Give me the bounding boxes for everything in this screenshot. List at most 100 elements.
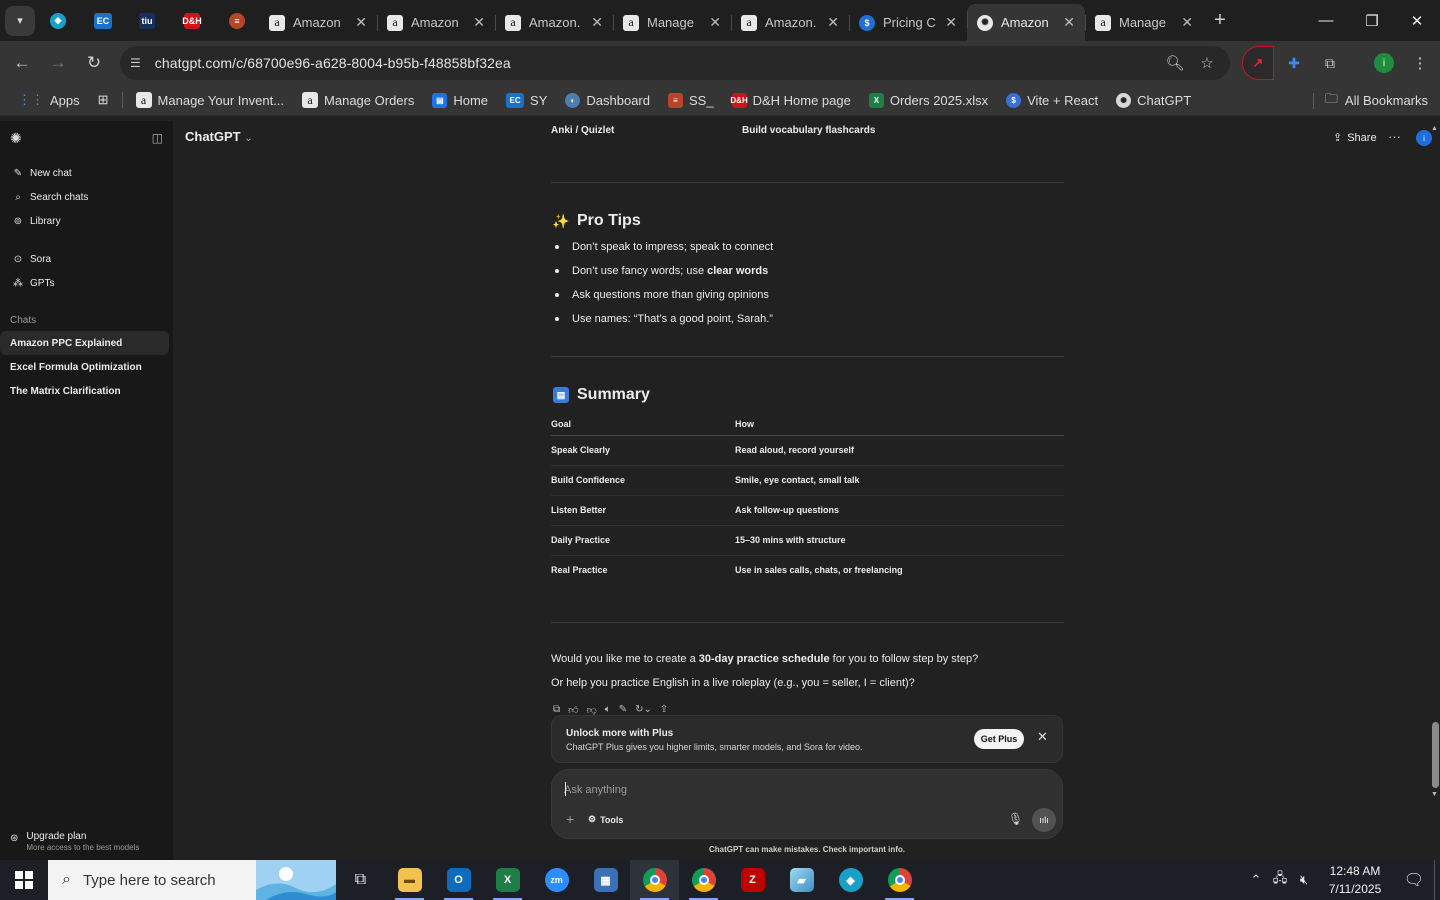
all-bookmarks-label: All Bookmarks (1344, 93, 1428, 108)
sidebar-toggle-icon[interactable]: ◫ (152, 131, 163, 145)
pinned-tab-5[interactable]: ≡ (215, 5, 259, 37)
pinned-tab-2[interactable]: EC (81, 5, 125, 37)
scrollbar-thumb[interactable] (1432, 722, 1439, 788)
task-view-button[interactable]: ⧉ (336, 860, 385, 900)
browser-tab[interactable]: $ Pricing C ✕ (849, 7, 967, 39)
close-icon[interactable]: ✕ (709, 14, 721, 31)
taskbar-calculator[interactable]: ▦ (581, 860, 630, 900)
bookmark-item[interactable]: a Manage Orders (293, 86, 423, 114)
bookmark-item[interactable]: ◐ Dashboard (556, 86, 659, 114)
browser-tab[interactable]: a Amazon. ✕ (731, 7, 849, 39)
model-selector[interactable]: ChatGPT ⌄ (185, 129, 253, 144)
bookmark-item[interactable]: ≡ SS_ (659, 86, 723, 114)
show-desktop-button[interactable] (1434, 860, 1440, 900)
sidebar-item-search-chats[interactable]: ⌕ Search chats (0, 185, 173, 209)
chevron-up-icon[interactable]: ⌃ (1244, 872, 1268, 888)
close-window-button[interactable]: ✕ (1394, 0, 1440, 41)
volume-muted-icon[interactable]: 🔇︎ (1292, 872, 1316, 888)
notifications-icon[interactable]: 🗨︎ (1394, 870, 1434, 890)
taskbar-excel[interactable]: X (483, 860, 532, 900)
close-banner-button[interactable]: ✕ (1037, 729, 1048, 745)
tab-search-button[interactable]: ▾ (5, 5, 35, 36)
browser-menu-button[interactable]: ⋮ (1408, 46, 1432, 80)
back-button[interactable]: ← (4, 45, 40, 81)
browser-tab[interactable]: a Amazon. ✕ (495, 7, 613, 39)
tools-button[interactable]: ⚙︎ Tools (588, 814, 623, 825)
prompt-input[interactable] (564, 780, 984, 800)
site-info-icon[interactable]: ☰ (130, 56, 141, 70)
taskbar-app[interactable]: ▰ (777, 860, 826, 900)
sidebar-item-gpts[interactable]: ⁂ GPTs (0, 271, 173, 295)
taskbar-chrome-active[interactable] (630, 860, 679, 900)
close-icon[interactable]: ✕ (473, 14, 485, 31)
bookmark-item[interactable]: X Orders 2025.xlsx (860, 86, 997, 114)
taskbar-chrome-profile[interactable] (875, 860, 924, 900)
sidebar-item-new-chat[interactable]: ✎ New chat (0, 161, 173, 185)
close-icon[interactable]: ✕ (591, 14, 603, 31)
address-bar[interactable]: ☰ chatgpt.com/c/68700e96-a628-8004-b95b-… (120, 46, 1230, 80)
close-icon[interactable]: ✕ (1181, 14, 1193, 31)
bookmark-item[interactable]: $ Vite + React (997, 86, 1107, 114)
extensions-menu-button[interactable]: ⧉ (1316, 46, 1344, 80)
zoom-icon[interactable]: 🔍︎ (1160, 46, 1190, 80)
close-icon[interactable]: ✕ (945, 14, 957, 31)
get-plus-button[interactable]: Get Plus (974, 729, 1024, 749)
browser-tab[interactable]: a Amazon ✕ (259, 7, 377, 39)
voice-mode-button[interactable]: ıılı (1032, 808, 1056, 832)
minimize-button[interactable]: — (1303, 0, 1349, 41)
system-clock[interactable]: 12:48 AM 7/11/2025 (1316, 862, 1394, 898)
network-icon[interactable]: 🖧︎ (1268, 869, 1292, 891)
reload-button[interactable]: ↻ (76, 45, 112, 81)
bookmark-item[interactable]: a Manage Your Invent... (127, 86, 293, 114)
bookmark-star-icon[interactable]: ☆ (1192, 46, 1222, 80)
pinned-tab-4[interactable]: D&H (169, 5, 215, 37)
forward-button[interactable]: → (40, 45, 76, 81)
bookmark-item[interactable]: EC SY (497, 86, 556, 114)
chat-item[interactable]: The Matrix Clarification (0, 379, 169, 403)
taskbar-search[interactable]: ⌕ Type here to search (48, 860, 336, 900)
scroll-down-icon[interactable]: ▼ (1431, 791, 1438, 798)
restore-button[interactable]: ❐ (1349, 0, 1395, 41)
taskbar-zoom[interactable]: zm (532, 860, 581, 900)
taskbar-app[interactable]: ◆ (826, 860, 875, 900)
profile-button[interactable]: i (1372, 46, 1396, 80)
dictate-button[interactable]: 🎙︎ (1008, 812, 1023, 826)
more-options-button[interactable]: ··· (1388, 129, 1401, 144)
sidebar-header: ✺ ◫ (0, 121, 173, 155)
add-attachment-button[interactable]: + (566, 811, 574, 827)
bookmark-item[interactable]: D&H D&H Home page (723, 86, 860, 114)
sidebar-item-library[interactable]: ⊚ Library (0, 209, 173, 233)
chat-item-active[interactable]: Amazon PPC Explained (0, 331, 169, 355)
pinned-tab-1[interactable]: ◆ (35, 5, 81, 37)
upgrade-plan-button[interactable]: ⊛ Upgrade plan More access to the best m… (10, 831, 139, 852)
chat-item[interactable]: Excel Formula Optimization (0, 355, 169, 379)
browser-tab[interactable]: a Manage ✕ (613, 7, 731, 39)
chat-scrollbar[interactable]: ▲ ▼ (1428, 121, 1440, 801)
close-icon[interactable]: ✕ (355, 14, 367, 31)
browser-tab[interactable]: a Amazon ✕ (377, 7, 495, 39)
bookmark-item[interactable]: ▤ Home (423, 86, 497, 114)
browser-tab[interactable]: a Manage ✕ (1085, 7, 1203, 39)
close-icon[interactable]: ✕ (827, 14, 839, 31)
extension-button[interactable]: ↗ (1242, 46, 1274, 80)
all-bookmarks-button[interactable]: 🗀︎ All Bookmarks (1309, 85, 1428, 116)
browser-tab-active[interactable]: ✺ Amazon ✕ (967, 4, 1085, 41)
url-text[interactable]: chatgpt.com/c/68700e96-a628-8004-b95b-f4… (155, 55, 511, 71)
close-icon[interactable]: ✕ (1063, 14, 1075, 31)
openai-logo-icon[interactable]: ✺ (10, 130, 22, 147)
pinned-tab-3[interactable]: tiu (125, 5, 169, 37)
taskbar-chrome[interactable] (679, 860, 728, 900)
share-button[interactable]: ⇪ Share (1333, 131, 1377, 145)
bookmark-apps[interactable]: ⋮⋮ Apps (0, 86, 89, 114)
scroll-up-icon[interactable]: ▲ (1431, 125, 1438, 132)
taskbar-file-explorer[interactable]: ▬ (385, 860, 434, 900)
extension-button[interactable]: ✚ (1280, 46, 1308, 80)
bookmark-tab-groups[interactable]: ⊞ (89, 86, 118, 114)
taskbar-filezilla[interactable]: Z (728, 860, 777, 900)
sidebar-item-sora[interactable]: ⊙ Sora (0, 247, 173, 271)
start-button[interactable] (0, 860, 48, 900)
taskbar-outlook[interactable]: O (434, 860, 483, 900)
banner-title: Unlock more with Plus (566, 728, 674, 739)
new-tab-button[interactable]: + (1203, 9, 1237, 32)
bookmark-item[interactable]: ✺ ChatGPT (1107, 86, 1200, 114)
